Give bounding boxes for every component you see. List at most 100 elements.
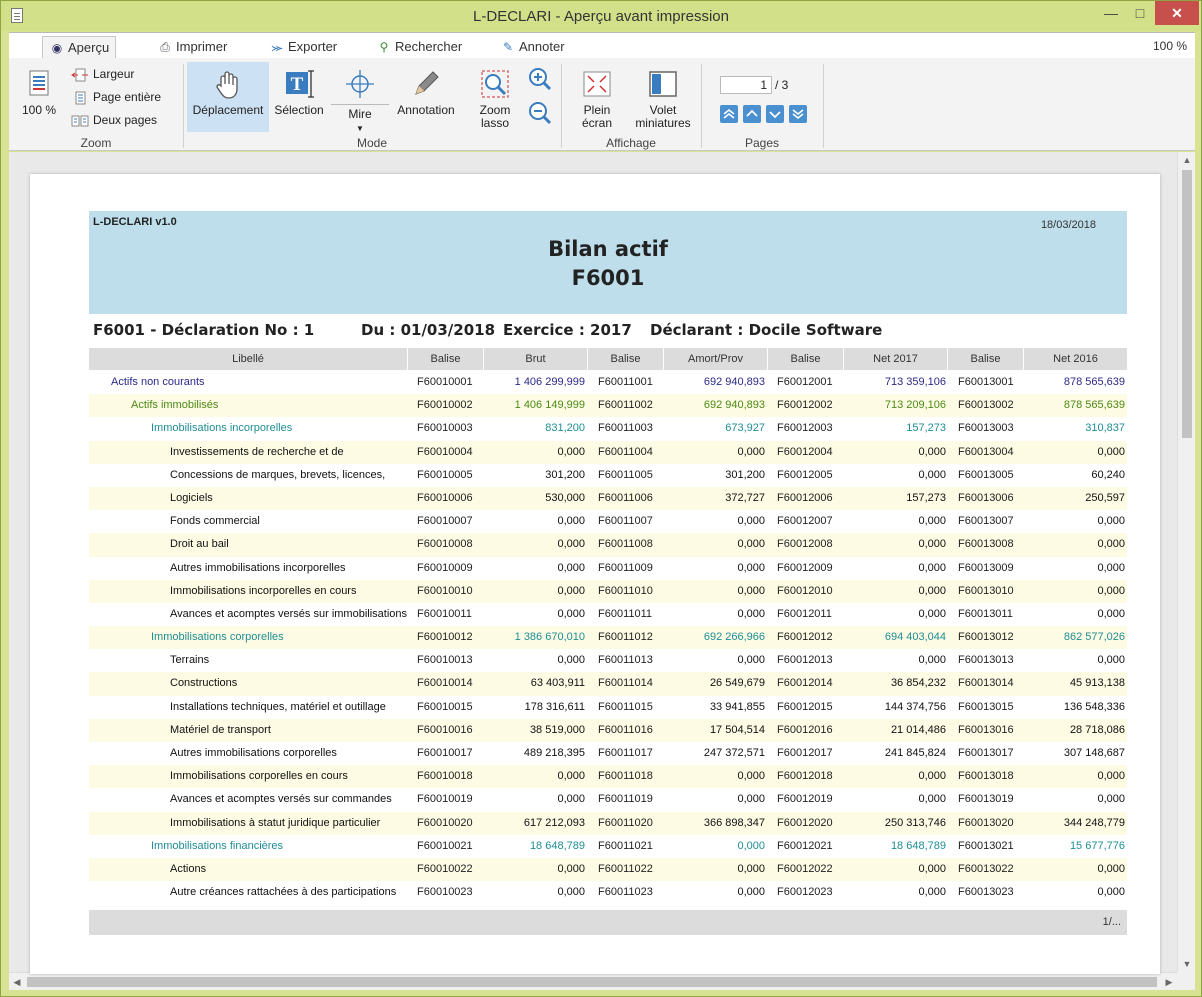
pencil-icon — [415, 71, 439, 95]
volet-miniatures-button[interactable]: Volet miniatures — [629, 68, 697, 130]
selection-button[interactable]: T Sélection — [271, 68, 327, 117]
zoom-lasso-button[interactable]: Zoom lasso — [473, 68, 517, 130]
row-balise-net-2016: F60013006 — [958, 491, 1014, 504]
tab-apercu[interactable]: ◉ Aperçu — [42, 36, 117, 59]
row-brut: 301,200 — [545, 468, 585, 481]
deplacement-button[interactable]: Déplacement — [187, 62, 269, 132]
ribbon: 100 % Largeur Page entière Deux pages Zo… — [9, 58, 1195, 151]
row-brut: 0,000 — [557, 862, 585, 875]
tab-annoter[interactable]: ✎ Annoter — [494, 36, 571, 59]
table-body: Actifs non courants F60010001 1 406 299,99… — [89, 371, 1127, 904]
first-page-button[interactable] — [720, 105, 738, 123]
zoom-in-icon — [529, 68, 552, 91]
row-balise-amort: F60011016 — [598, 723, 653, 736]
search-icon: ⚲ — [379, 40, 389, 54]
row-libelle: Actifs non courants — [111, 376, 205, 388]
row-amort: 0,000 — [737, 538, 765, 551]
table-row: Droit au bail F60010008 0,000 F60011008 0,00… — [89, 533, 1127, 557]
row-amort: 0,000 — [737, 793, 765, 806]
row-brut: 530,000 — [545, 491, 585, 504]
row-brut: 0,000 — [557, 584, 585, 597]
scroll-up-icon[interactable]: ▲ — [1178, 152, 1196, 168]
group-label-mode: Mode — [356, 136, 388, 150]
last-page-button[interactable] — [789, 105, 807, 123]
row-libelle: Avances et acomptes versés sur immobilis… — [170, 607, 407, 620]
table-row: Terrains F60010013 0,000 F60011013 0,000 F600… — [89, 649, 1127, 672]
crosshair-icon — [346, 70, 374, 98]
scroll-corner — [1177, 972, 1195, 990]
row-balise-amort: F60011005 — [598, 468, 653, 481]
scroll-down-icon[interactable]: ▼ — [1178, 956, 1196, 972]
row-net-2016: 0,000 — [1097, 515, 1125, 528]
row-libelle: Concessions de marques, brevets, licence… — [170, 468, 386, 481]
row-balise-brut: F60010008 — [417, 538, 473, 551]
scroll-left-icon[interactable]: ◀ — [9, 973, 25, 991]
horizontal-scrollbar[interactable]: ◀ ▶ — [9, 972, 1177, 990]
row-libelle: Immobilisations incorporelles — [151, 422, 293, 435]
row-amort: 0,000 — [737, 862, 765, 875]
next-page-button[interactable] — [766, 105, 784, 123]
row-balise-brut: F60010023 — [417, 886, 473, 899]
row-amort: 0,000 — [737, 839, 765, 852]
page-total: / 3 — [775, 78, 789, 92]
close-button[interactable]: ✕ — [1155, 1, 1199, 25]
row-balise-amort: F60011006 — [598, 491, 653, 504]
maximize-button[interactable]: □ — [1126, 1, 1154, 25]
row-balise-net-2017: F60012019 — [777, 793, 833, 806]
row-brut: 489 218,395 — [523, 747, 585, 759]
row-libelle: Immobilisations corporelles en cours — [170, 770, 348, 783]
table-row: Immobilisations corporelles F60010012 1 38… — [89, 626, 1127, 650]
row-balise-amort: F60011017 — [598, 747, 653, 759]
tab-rechercher[interactable]: ⚲ Rechercher — [370, 36, 468, 59]
zoom-in-button[interactable] — [526, 66, 554, 94]
width-icon — [71, 68, 88, 82]
row-net-2017: 0,000 — [918, 793, 946, 806]
table-row: Constructions F60010014 63 403,911 F6001101… — [89, 672, 1127, 696]
previous-page-button[interactable] — [743, 105, 761, 123]
row-net-2017: 713 359,106 — [884, 376, 946, 388]
zoom-level: 100 % — [1152, 39, 1187, 53]
scroll-right-icon[interactable]: ▶ — [1161, 973, 1177, 991]
row-net-2016: 0,000 — [1097, 561, 1125, 574]
row-libelle: Autres immobilisations corporelles — [170, 747, 337, 759]
page-number-input[interactable]: 1 — [720, 76, 772, 94]
row-amort: 692 940,893 — [703, 376, 765, 388]
table-row: Immobilisations incorporelles en cours F6… — [89, 579, 1127, 603]
row-amort: 0,000 — [737, 561, 765, 574]
row-libelle: Autres immobilisations incorporelles — [170, 561, 346, 574]
row-balise-brut: F60010004 — [417, 445, 473, 458]
plein-ecran-button[interactable]: Plein écran — [571, 68, 623, 130]
row-net-2016: 250,597 — [1085, 491, 1125, 504]
zoom-100-button[interactable]: 100 % — [17, 68, 61, 117]
row-balise-net-2017: F60012021 — [777, 839, 833, 852]
row-net-2016: 60,240 — [1091, 468, 1125, 481]
row-balise-brut: F60010014 — [417, 677, 473, 690]
zoom-out-button[interactable] — [526, 100, 554, 128]
scrollbar-thumb[interactable] — [27, 977, 1157, 987]
zoom-lasso-label-2: lasso — [480, 116, 509, 130]
page-entiere-button[interactable]: Page entière — [71, 87, 161, 107]
row-balise-net-2016: F60013011 — [958, 607, 1013, 620]
table-row: Investissements de recherche et de F60010… — [89, 440, 1127, 464]
annotation-button[interactable]: Annotation — [392, 68, 460, 117]
row-balise-net-2016: F60013004 — [958, 445, 1014, 458]
deux-pages-button[interactable]: Deux pages — [71, 110, 157, 130]
zoom-100-label: 100 % — [21, 103, 57, 117]
scrollbar-thumb[interactable] — [1182, 170, 1192, 438]
tab-imprimer[interactable]: ⎙ Imprimer — [151, 36, 233, 59]
lasso-zoom-icon — [481, 70, 509, 98]
tab-exporter[interactable]: ⪼ Exporter — [263, 36, 343, 59]
row-brut: 1 406 299,999 — [514, 376, 585, 388]
largeur-button[interactable]: Largeur — [71, 64, 134, 84]
minimize-button[interactable]: — — [1097, 1, 1125, 25]
row-balise-net-2017: F60012011 — [777, 607, 832, 620]
row-amort: 247 372,571 — [703, 747, 765, 759]
row-balise-net-2016: F60013018 — [958, 770, 1014, 783]
tab-label: Exporter — [288, 39, 338, 54]
declaration-number: F6001 - Déclaration No : 1 — [93, 321, 315, 339]
vertical-scrollbar[interactable]: ▲ ▼ — [1177, 152, 1195, 972]
app-window: L-DECLARI - Aperçu avant impression — □ … — [0, 0, 1202, 997]
row-net-2016: 28 718,086 — [1069, 723, 1125, 736]
row-balise-net-2016: F60013021 — [958, 839, 1014, 852]
mire-button[interactable]: Mire ▼ — [331, 68, 389, 135]
